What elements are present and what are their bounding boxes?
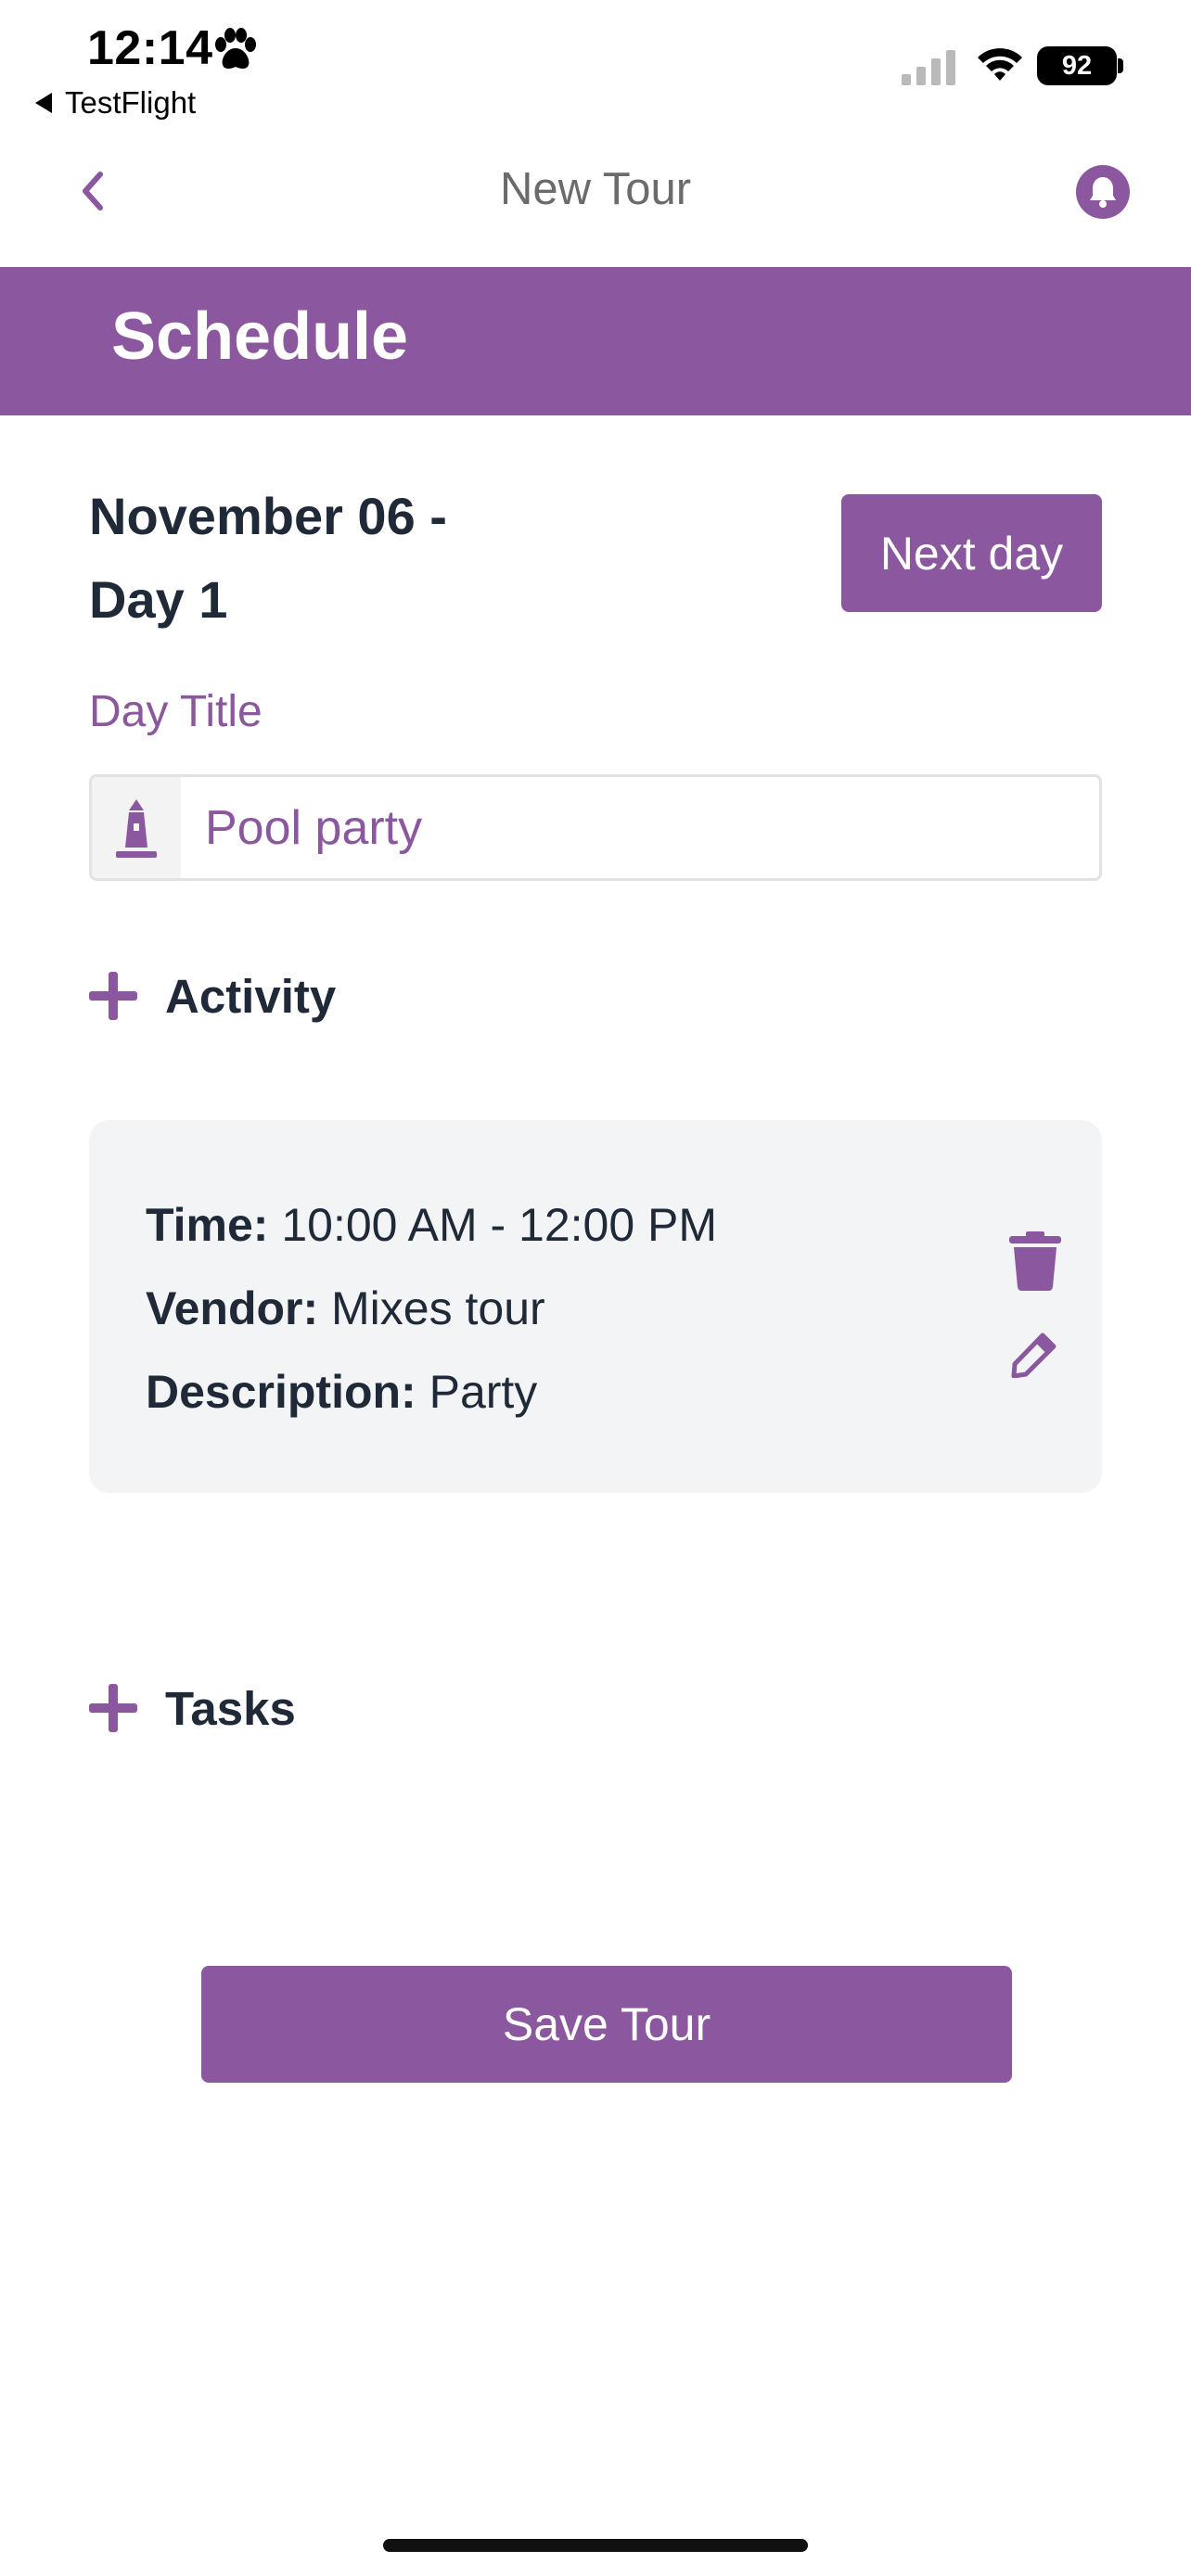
activity-vendor-label: Vendor: (146, 1282, 332, 1334)
activity-description-label: Description: (146, 1366, 429, 1418)
notifications-button[interactable] (1076, 165, 1130, 219)
status-time: 12:14 (87, 21, 213, 75)
input-icon-wrap (92, 777, 181, 878)
day-heading: November 06 - Day 1 (89, 475, 553, 642)
activity-time-value: 10:00 AM - 12:00 PM (281, 1199, 718, 1251)
add-activity-button[interactable]: Activity (87, 968, 336, 1024)
paw-icon (215, 28, 256, 69)
wifi-icon (978, 48, 1022, 81)
trash-icon[interactable] (1009, 1231, 1061, 1291)
day-title-input-value: Pool party (205, 800, 423, 855)
lighthouse-icon (116, 798, 157, 858)
next-day-button[interactable]: Next day (841, 494, 1102, 612)
day-title-label: Day Title (89, 687, 263, 736)
plus-icon (87, 970, 139, 1022)
back-app-label: TestFlight (65, 85, 197, 120)
activity-vendor: Vendor: Mixes tour (146, 1282, 545, 1335)
activity-description: Description: Party (146, 1365, 537, 1419)
activity-time: Time: 10:00 AM - 12:00 PM (146, 1198, 717, 1252)
back-triangle-icon (35, 93, 52, 113)
battery-indicator: 92 (1037, 46, 1117, 85)
back-to-app-link[interactable]: TestFlight (35, 85, 196, 121)
day-heading-line1: November 06 - (89, 487, 447, 545)
add-tasks-label: Tasks (165, 1681, 296, 1735)
bell-icon (1090, 177, 1116, 208)
plus-icon (87, 1682, 139, 1734)
nav-title: New Tour (499, 164, 692, 214)
day-heading-line2: Day 1 (89, 570, 228, 629)
battery-nub (1118, 58, 1123, 73)
pencil-icon[interactable] (1011, 1332, 1057, 1378)
activity-vendor-value: Mixes tour (331, 1282, 545, 1334)
activity-time-label: Time: (146, 1199, 282, 1251)
add-tasks-button[interactable]: Tasks (87, 1680, 296, 1736)
add-activity-label: Activity (165, 969, 337, 1023)
activity-description-value: Party (429, 1366, 538, 1418)
home-indicator (383, 2539, 808, 2552)
day-title-field[interactable]: Pool party (89, 774, 1102, 881)
save-tour-button[interactable]: Save Tour (201, 1966, 1012, 2083)
cellular-signal-icon (902, 50, 955, 85)
banner-title: Schedule (111, 300, 409, 374)
